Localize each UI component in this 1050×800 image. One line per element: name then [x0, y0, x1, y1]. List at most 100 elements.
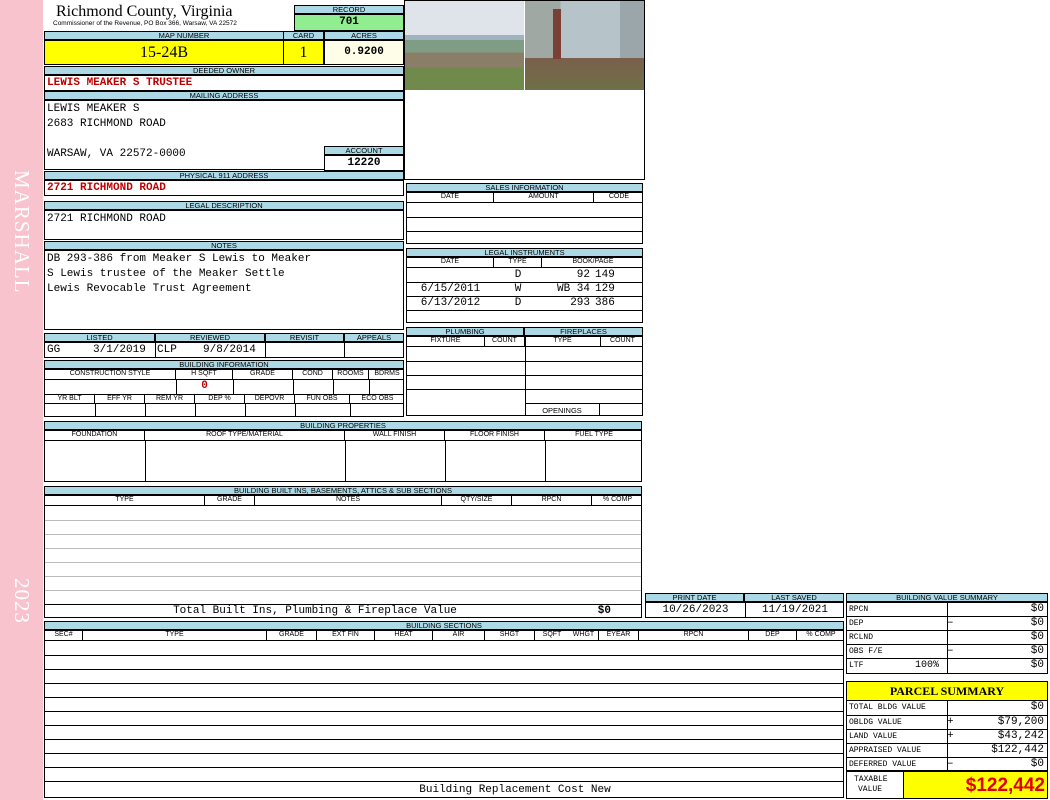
- col-sec-type: TYPE: [83, 631, 267, 641]
- legal-instruments-box: DATE TYPE BOOK/PAGE D 92 149 6/15/2011 W…: [406, 257, 643, 323]
- li-row-2-page: 129: [595, 283, 615, 295]
- legal-description-box: 2721 RICHMOND ROAD: [44, 210, 404, 240]
- col-eco-obs: ECO OBS: [350, 395, 403, 404]
- col-fireplace-count: COUNT: [601, 337, 642, 347]
- col-bi-notes: NOTES: [255, 496, 442, 506]
- col-roof: ROOF TYPE/MATERIAL: [145, 431, 345, 441]
- col-bi-qty: QTY/SIZE: [442, 496, 512, 506]
- hsqft-value: 0: [201, 380, 208, 392]
- listed-by: GG: [47, 344, 61, 356]
- col-sales-amount: AMOUNT: [494, 193, 594, 203]
- taxable-label-2: VALUE: [858, 785, 883, 794]
- col-sec-whgt: WHGT: [569, 631, 599, 641]
- mailing-line-3: WARSAW, VA 22572-0000: [47, 148, 186, 160]
- col-sec-heat: HEAT: [375, 631, 433, 641]
- building-sections-box: SEC# TYPE GRADE EXT FIN HEAT AIR SHGT SQ…: [44, 630, 844, 798]
- col-plumbing-count: COUNT: [485, 337, 525, 347]
- record-header: RECORD: [294, 5, 404, 14]
- col-sales-code: CODE: [594, 193, 642, 203]
- building-info-box: CONSTRUCTION STYLE H SQFT GRADE COND ROO…: [44, 369, 404, 417]
- plumbing-header: PLUMBING: [406, 327, 524, 336]
- review-row: GG 3/1/2019 CLP 9/8/2014: [44, 342, 404, 358]
- li-row-3-type: D: [514, 297, 522, 309]
- col-dep-pct: DEP %: [195, 395, 245, 404]
- year-label: 2023: [10, 578, 34, 624]
- li-row-3-page: 386: [595, 297, 615, 309]
- li-row-1-book: 92: [576, 269, 590, 281]
- print-date-value: 10/26/2023: [662, 604, 729, 616]
- parcel-summary-box: TOTAL BLDG VALUE $0 OBLDG VALUE + $79,200 L…: [846, 701, 1048, 771]
- bvs-box: RPCN $0 DEP – $0 RCLND $0 OBS F/E – $0 LTF 100%…: [846, 602, 1048, 674]
- notes-line-1: DB 293-386 from Meaker S Lewis to Meaker: [47, 253, 312, 265]
- col-fixture: FIXTURE: [407, 337, 485, 347]
- parcel-summary-title: PARCEL SUMMARY: [846, 681, 1048, 701]
- col-sec-sqft: SQFT: [535, 631, 569, 641]
- print-date-header: PRINT DATE: [645, 593, 744, 602]
- map-number-value: 15-24B: [44, 40, 284, 65]
- record-value: 701: [294, 14, 404, 31]
- legal-description-header: LEGAL DESCRIPTION: [44, 201, 404, 210]
- col-sec-ext-fin: EXT FIN: [317, 631, 375, 641]
- account-value: 12220: [324, 155, 404, 171]
- built-ins-total-label: Total Built Ins, Plumbing & Fireplace Va…: [173, 605, 457, 617]
- sections-footer: Building Replacement Cost New: [419, 784, 611, 796]
- taxable-label-1: TAXABLE: [854, 775, 888, 784]
- col-wall-finish: WALL FINISH: [345, 431, 445, 441]
- col-li-type: TYPE: [494, 258, 542, 268]
- col-fuel-type: FUEL TYPE: [545, 431, 641, 441]
- li-row-1-type: D: [514, 269, 522, 281]
- listed-date: 3/1/2019: [93, 344, 146, 356]
- col-sec-dep: DEP: [749, 631, 797, 641]
- commissioner-address: Commissioner of the Revenue, PO Box 366,…: [53, 20, 237, 27]
- taxable-value: $122,442: [903, 771, 1048, 799]
- legal-description-value: 2721 RICHMOND ROAD: [47, 213, 166, 225]
- col-sec-comp: % COMP: [797, 631, 843, 641]
- listed-header: LISTED: [44, 333, 155, 342]
- card-header: CARD: [283, 31, 324, 40]
- appeals-header: APPEALS: [344, 333, 404, 342]
- sales-info-box: DATE AMOUNT CODE: [406, 192, 643, 244]
- notes-line-2: S Lewis trustee of the Meaker Settle: [47, 268, 285, 280]
- col-bi-rpcn: RPCN: [512, 496, 592, 506]
- bvs-header: BUILDING VALUE SUMMARY: [846, 593, 1048, 602]
- last-saved-header: LAST SAVED: [744, 593, 844, 602]
- parcel-row: APPRAISED VALUE $122,442: [847, 743, 1047, 757]
- col-li-book: BOOK/PAGE: [542, 258, 642, 268]
- district-label: MARSHALL: [10, 170, 34, 294]
- mailing-line-2: 2683 RICHMOND ROAD: [47, 118, 166, 130]
- bvs-row: RCLND $0: [847, 630, 1047, 644]
- dates-row: 10/26/2023 11/19/2021: [645, 602, 844, 618]
- col-sales-date: DATE: [407, 193, 494, 203]
- acres-value: 0.9200: [324, 40, 404, 65]
- acres-header: ACRES: [324, 31, 404, 40]
- taxable-label-box: TAXABLE VALUE: [846, 771, 904, 799]
- parcel-row: DEFERRED VALUE – $0: [847, 757, 1047, 770]
- building-photo-2: [525, 1, 644, 90]
- building-photo-1: [405, 1, 525, 90]
- building-info-header: BUILDING INFORMATION: [44, 360, 404, 369]
- bvs-row: RPCN $0: [847, 602, 1047, 616]
- col-hsqft: H SQFT: [176, 370, 233, 380]
- col-sec-rpcn: RPCN: [639, 631, 749, 641]
- building-sections-header: BUILDING SECTIONS: [44, 621, 844, 630]
- col-sec-grade: GRADE: [267, 631, 317, 641]
- built-ins-box: TYPE GRADE NOTES QTY/SIZE RPCN % COMP To…: [44, 495, 642, 618]
- mailing-address-header: MAILING ADDRESS: [44, 91, 404, 100]
- card-value: 1: [283, 40, 324, 65]
- col-sec-air: AIR: [433, 631, 485, 641]
- side-band: MARSHALL 2023: [0, 0, 43, 800]
- col-foundation: FOUNDATION: [45, 431, 145, 441]
- col-bdrms: BDRMS: [369, 370, 403, 380]
- col-li-date: DATE: [407, 258, 494, 268]
- col-fireplace-type: TYPE: [525, 337, 601, 347]
- col-eff-yr: EFF YR: [95, 395, 145, 404]
- legal-instruments-header: LEGAL INSTRUMENTS: [406, 248, 643, 257]
- reviewed-by: CLP: [157, 344, 177, 356]
- revisit-header: REVISIT: [265, 333, 344, 342]
- bvs-row: LTF 100% $0: [847, 658, 1047, 672]
- li-row-2-date: 6/15/2011: [420, 283, 481, 295]
- county-title: Richmond County, Virginia: [56, 3, 233, 20]
- notes-line-3: Lewis Revocable Trust Agreement: [47, 283, 252, 295]
- col-sec-num: SEC#: [45, 631, 83, 641]
- deeded-owner-name: LEWIS MEAKER S TRUSTEE: [47, 77, 193, 89]
